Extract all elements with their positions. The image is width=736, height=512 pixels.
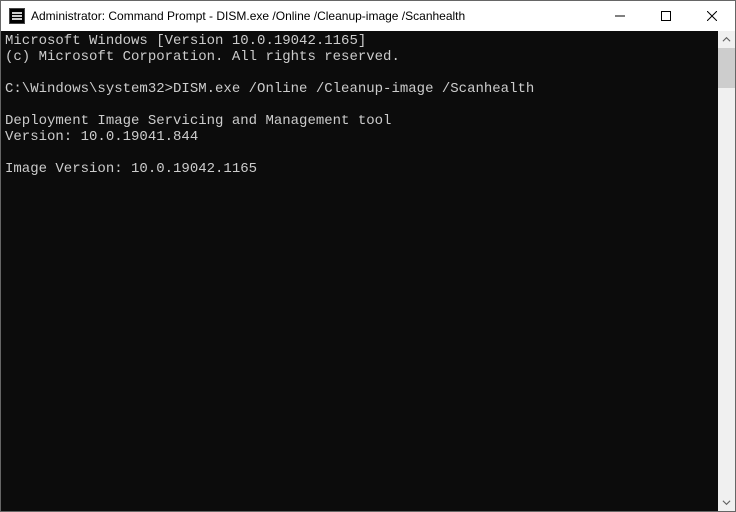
close-button[interactable] bbox=[689, 1, 735, 31]
console-output[interactable]: Microsoft Windows [Version 10.0.19042.11… bbox=[1, 31, 718, 511]
titlebar[interactable]: Administrator: Command Prompt - DISM.exe… bbox=[1, 1, 735, 31]
console-line: Microsoft Windows [Version 10.0.19042.11… bbox=[5, 33, 714, 49]
maximize-icon bbox=[661, 11, 671, 21]
command-prompt-window: Administrator: Command Prompt - DISM.exe… bbox=[0, 0, 736, 512]
window-title: Administrator: Command Prompt - DISM.exe… bbox=[31, 9, 465, 23]
scroll-up-button[interactable] bbox=[718, 31, 735, 48]
console-line bbox=[5, 145, 714, 161]
console-line: (c) Microsoft Corporation. All rights re… bbox=[5, 49, 714, 65]
scroll-down-button[interactable] bbox=[718, 494, 735, 511]
vertical-scrollbar[interactable] bbox=[718, 31, 735, 511]
console-line: Deployment Image Servicing and Managemen… bbox=[5, 113, 714, 129]
console-line: Image Version: 10.0.19042.1165 bbox=[5, 161, 714, 177]
console-line bbox=[5, 65, 714, 81]
maximize-button[interactable] bbox=[643, 1, 689, 31]
console-line: C:\Windows\system32>DISM.exe /Online /Cl… bbox=[5, 81, 714, 97]
console-line bbox=[5, 177, 714, 193]
minimize-button[interactable] bbox=[597, 1, 643, 31]
scrollbar-track[interactable] bbox=[718, 48, 735, 494]
scrollbar-thumb[interactable] bbox=[718, 48, 735, 88]
chevron-up-icon bbox=[722, 35, 731, 44]
chevron-down-icon bbox=[722, 498, 731, 507]
close-icon bbox=[707, 11, 717, 21]
cmd-icon bbox=[9, 8, 25, 24]
client-area: Microsoft Windows [Version 10.0.19042.11… bbox=[1, 31, 735, 511]
console-line: Version: 10.0.19041.844 bbox=[5, 129, 714, 145]
minimize-icon bbox=[615, 11, 625, 21]
console-line bbox=[5, 97, 714, 113]
